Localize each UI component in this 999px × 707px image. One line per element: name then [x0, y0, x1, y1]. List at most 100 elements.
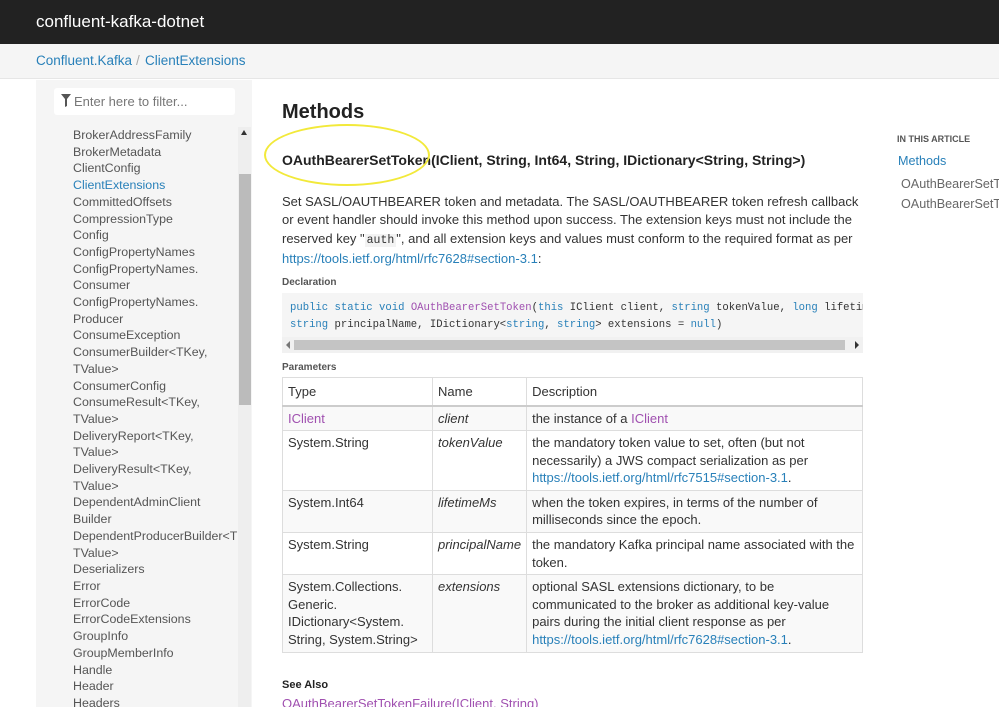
breadcrumb-class[interactable]: ClientExtensions	[145, 53, 246, 68]
column-header-type: Type	[282, 377, 433, 407]
sidebar-item[interactable]: ConsumerBuilder<TKey,	[73, 344, 238, 361]
param-description: the instance of a IClient	[526, 404, 863, 432]
sidebar-item[interactable]: ConsumeException	[73, 327, 238, 344]
sidebar-item[interactable]: Consumer	[73, 277, 238, 294]
sidebar-item[interactable]: GroupMemberInfo	[73, 645, 238, 662]
declaration-heading: Declaration	[282, 277, 337, 288]
toc-scrollbar[interactable]	[238, 127, 251, 707]
sidebar-item[interactable]: ErrorCodeExtensions	[73, 611, 238, 628]
toc-list: BrokerAddressFamily BrokerMetadata ClientC…	[73, 127, 238, 707]
param-description-link[interactable]: https://tools.ietf.org/html/rfc7628#sect…	[532, 632, 788, 647]
table-row: System.String principalName the mandatory …	[282, 532, 863, 576]
sidebar-item[interactable]: ConsumeResult<TKey,	[73, 394, 238, 411]
sidebar-item[interactable]: ClientExtensions	[73, 177, 238, 194]
code-scrollbar-thumb[interactable]	[294, 340, 845, 350]
sidebar-item[interactable]: BrokerAddressFamily	[73, 127, 238, 144]
code-keyword: long	[792, 302, 818, 314]
sidebar-item[interactable]: Header	[73, 678, 238, 695]
filter-box	[54, 88, 235, 115]
sidebar-item[interactable]: Deserializers	[73, 561, 238, 578]
sidebar-item[interactable]: CompressionType	[73, 211, 238, 228]
code-text: > extensions =	[595, 318, 691, 331]
sidebar-item[interactable]: TValue>	[73, 361, 238, 378]
sidebar-item[interactable]: Headers	[73, 695, 238, 707]
sidebar-item[interactable]: TValue>	[73, 411, 238, 428]
reserved-key-code: auth	[364, 233, 397, 247]
sidebar-item[interactable]: DeliveryReport<TKey,	[73, 428, 238, 445]
param-name: extensions	[431, 574, 528, 653]
sidebar-item[interactable]: ConfigPropertyNames	[73, 244, 238, 261]
param-description-link[interactable]: https://tools.ietf.org/html/rfc7515#sect…	[532, 470, 788, 485]
code-keyword: string	[671, 302, 710, 314]
scroll-up-arrow-icon[interactable]	[241, 130, 247, 135]
sidebar-item[interactable]: Config	[73, 227, 238, 244]
rfc7628-link[interactable]: https://tools.ietf.org/html/rfc7628#sect…	[282, 251, 538, 266]
methods-heading: Methods	[282, 101, 365, 123]
sidebar-item[interactable]: BrokerMetadata	[73, 144, 238, 161]
filter-icon	[61, 94, 71, 107]
see-also-heading: See Also	[282, 679, 329, 691]
affix-methods-link[interactable]: Methods	[898, 154, 946, 168]
sidebar-item[interactable]: ConsumerConfig	[73, 378, 238, 395]
sidebar-item[interactable]: ConfigPropertyNames.	[73, 261, 238, 278]
param-description: the mandatory token value to set, often …	[526, 430, 863, 491]
sidebar-item[interactable]: TValue>	[73, 444, 238, 461]
param-type: System.String	[282, 430, 433, 491]
scroll-right-arrow-icon[interactable]	[855, 341, 859, 349]
breadcrumb-separator: /	[136, 53, 140, 68]
sidebar-item[interactable]: Handle	[73, 662, 238, 679]
sidebar-item[interactable]: Producer	[73, 311, 238, 328]
code-text: ,	[544, 318, 558, 331]
parameters-table: Type Name Description IClient client the i…	[282, 377, 863, 653]
toc-scrollbar-thumb[interactable]	[239, 174, 251, 405]
breadcrumb: Confluent.Kafka / ClientExtensions	[0, 44, 999, 79]
code-text: principalName, IDictionary<	[328, 318, 507, 331]
in-this-article-heading: IN THIS ARTICLE	[897, 134, 971, 144]
description-end: :	[537, 250, 542, 266]
sidebar-item[interactable]: ClientConfig	[73, 160, 238, 177]
param-type: System.Collections. Generic. IDictionary<S…	[282, 574, 433, 653]
table-row: IClient client the instance of a IClient	[282, 404, 863, 432]
code-method-name: OAuthBearerSetToken	[410, 302, 532, 314]
scroll-left-arrow-icon[interactable]	[286, 341, 290, 349]
sidebar-item[interactable]: DeliveryResult<TKey,	[73, 461, 238, 478]
code-text: )	[716, 318, 723, 331]
declaration-line-1: public static void OAuthBearerSetToken(t…	[290, 300, 863, 317]
param-description-link[interactable]: IClient	[631, 411, 668, 426]
filter-input[interactable]	[74, 88, 232, 115]
table-row: System.String tokenValue the mandatory tok…	[282, 430, 863, 491]
sidebar-item[interactable]: Error	[73, 578, 238, 595]
param-name: tokenValue	[431, 430, 528, 491]
code-keyword: null	[690, 318, 716, 331]
top-navbar: confluent-kafka-dotnet	[0, 0, 999, 44]
affix-item-oauthbearersettokenfailure[interactable]: OAuthBearerSetTokenFailure	[901, 197, 999, 211]
sidebar-item[interactable]: ConfigPropertyNames.	[73, 294, 238, 311]
sidebar-item[interactable]: Builder	[73, 511, 238, 528]
affix-item-oauthbearersettoken[interactable]: OAuthBearerSetToken	[901, 177, 999, 191]
code-horizontal-scrollbar[interactable]	[282, 337, 863, 353]
sidebar-item[interactable]: GroupInfo	[73, 628, 238, 645]
sidebar-item[interactable]: DependentAdminClient	[73, 494, 238, 511]
sidebar-item[interactable]: ErrorCode	[73, 595, 238, 612]
brand-title[interactable]: confluent-kafka-dotnet	[36, 12, 204, 32]
code-keyword: static	[334, 302, 373, 314]
param-type[interactable]: IClient	[282, 404, 433, 432]
see-also-link[interactable]: OAuthBearerSetTokenFailure(IClient, Stri…	[282, 696, 539, 707]
declaration-code: public static void OAuthBearerSetToken(t…	[282, 293, 863, 337]
code-keyword: string	[557, 318, 596, 331]
breadcrumb-namespace[interactable]: Confluent.Kafka	[36, 53, 132, 68]
description-text-2: ", and all extension keys and values mus…	[396, 230, 853, 246]
code-text: lifetimeMs,	[824, 302, 863, 314]
code-keyword: string	[506, 318, 545, 331]
sidebar-item[interactable]: CommittedOffsets	[73, 194, 238, 211]
param-description: the mandatory Kafka principal name assoc…	[526, 532, 863, 576]
sidebar-item[interactable]: TValue>	[73, 478, 238, 495]
highlight-annotation	[264, 124, 430, 186]
code-text: IClient client,	[563, 302, 672, 314]
param-type: System.Int64	[282, 489, 433, 534]
sidebar-item[interactable]: TValue>	[73, 545, 238, 562]
sidebar-item[interactable]: DependentProducerBuilder<TKey,	[73, 528, 238, 545]
param-name: lifetimeMs	[431, 489, 528, 534]
param-name: principalName	[431, 532, 528, 576]
table-row: System.Collections. Generic. IDictionary<S…	[282, 574, 863, 653]
